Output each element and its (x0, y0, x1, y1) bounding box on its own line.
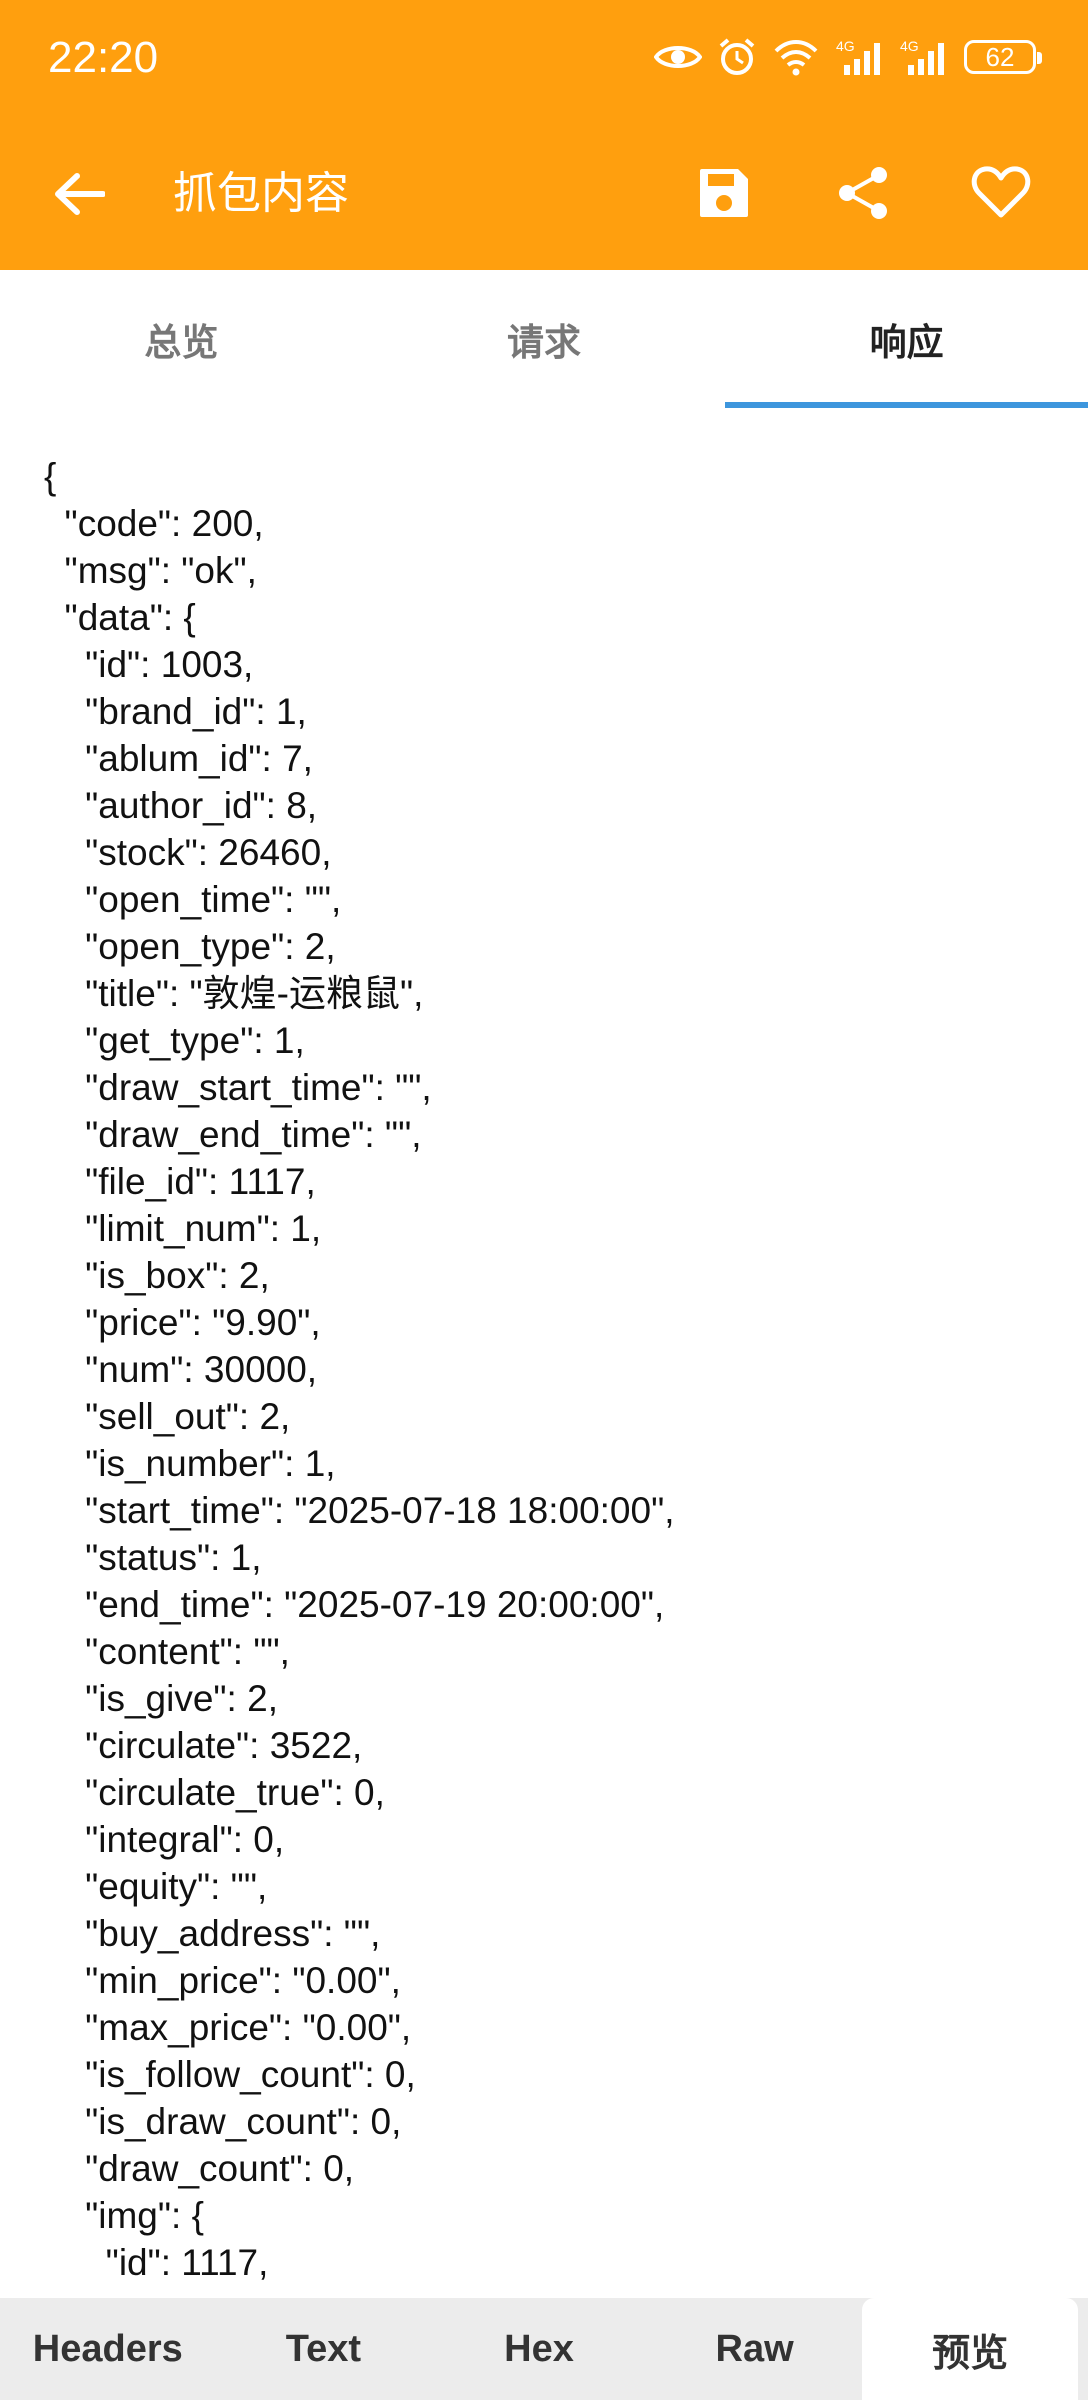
bottom-tab-label: Text (285, 2327, 362, 2370)
tab-raw[interactable]: Raw (647, 2298, 863, 2400)
wifi-icon (774, 40, 818, 76)
status-time: 22:20 (48, 33, 159, 82)
tab-bar: 总览 请求 响应 (0, 270, 1088, 408)
signal-4g-icon: 4G (836, 38, 880, 75)
tab-request[interactable]: 请求 (363, 270, 726, 408)
bottom-tab-label: 预览 (932, 2332, 1009, 2375)
page-title: 抓包内容 (173, 169, 349, 218)
tab-label: 响应 (869, 322, 944, 363)
back-arrow-icon (55, 173, 105, 215)
battery-icon: 62 (964, 40, 1042, 74)
eye-icon (654, 46, 702, 68)
tab-hex[interactable]: Hex (431, 2298, 647, 2400)
tab-label: 请求 (507, 322, 581, 363)
status-icons: 4G 4G 62 (654, 32, 1042, 82)
bottom-tab-label: Raw (715, 2327, 794, 2370)
heart-icon (971, 166, 1031, 218)
tab-preview[interactable]: 预览 (862, 2298, 1078, 2400)
bottom-tab-bar: Headers Text Hex Raw 预览 (0, 2298, 1088, 2400)
svg-text:4G: 4G (900, 38, 919, 54)
alarm-icon (719, 38, 755, 75)
share-button[interactable] (825, 155, 901, 231)
save-icon (700, 169, 748, 217)
back-button[interactable] (44, 159, 114, 229)
tab-label: 总览 (144, 322, 219, 363)
response-body: { "code": 200, "msg": "ok", "data": { "i… (44, 456, 675, 2283)
tab-response[interactable]: 响应 (725, 270, 1088, 408)
status-bar: 22:20 4G 4G 62 (0, 0, 1088, 115)
bottom-tab-label: Headers (32, 2327, 183, 2370)
favorite-button[interactable] (963, 155, 1039, 231)
tab-headers[interactable]: Headers (0, 2298, 216, 2400)
svg-text:4G: 4G (836, 38, 855, 54)
battery-level: 62 (985, 42, 1015, 72)
toolbar: 抓包内容 (0, 115, 1088, 270)
signal-4g-icon: 4G (900, 38, 944, 75)
share-icon (839, 167, 887, 219)
tab-text[interactable]: Text (216, 2298, 432, 2400)
bottom-tab-label: Hex (504, 2327, 574, 2370)
save-button[interactable] (686, 155, 762, 231)
app-bar: 22:20 4G 4G 62 抓包内容 (0, 0, 1088, 270)
response-content[interactable]: { "code": 200, "msg": "ok", "data": { "i… (0, 408, 1088, 2298)
tab-overview[interactable]: 总览 (0, 270, 363, 408)
